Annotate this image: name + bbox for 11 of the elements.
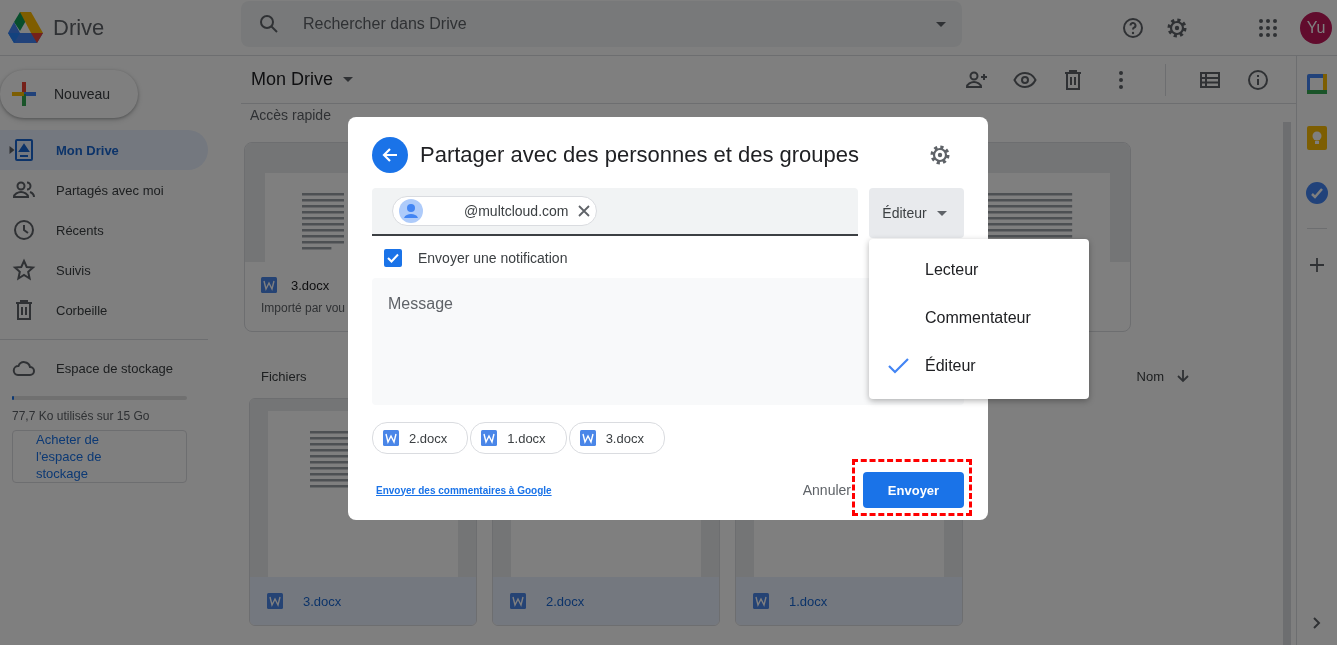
section-title: Accès rapide: [250, 107, 332, 125]
file-detail: Importé par vou: [261, 301, 346, 315]
file-chip: 1.docx: [470, 422, 567, 454]
section-title: Fichiers: [261, 368, 307, 384]
file-chip: 2.docx: [372, 422, 469, 454]
file-name: 3.docx: [291, 277, 330, 293]
storage-usage: 77,7 Ko utilisés sur 15 Go: [12, 409, 151, 423]
app-name: Drive: [53, 14, 105, 41]
file-chip: 3.docx: [568, 422, 665, 454]
checkbox-label: Envoyer une notification: [418, 250, 568, 266]
dialog-title: Partager avec des personnes et des groupes: [420, 142, 861, 168]
